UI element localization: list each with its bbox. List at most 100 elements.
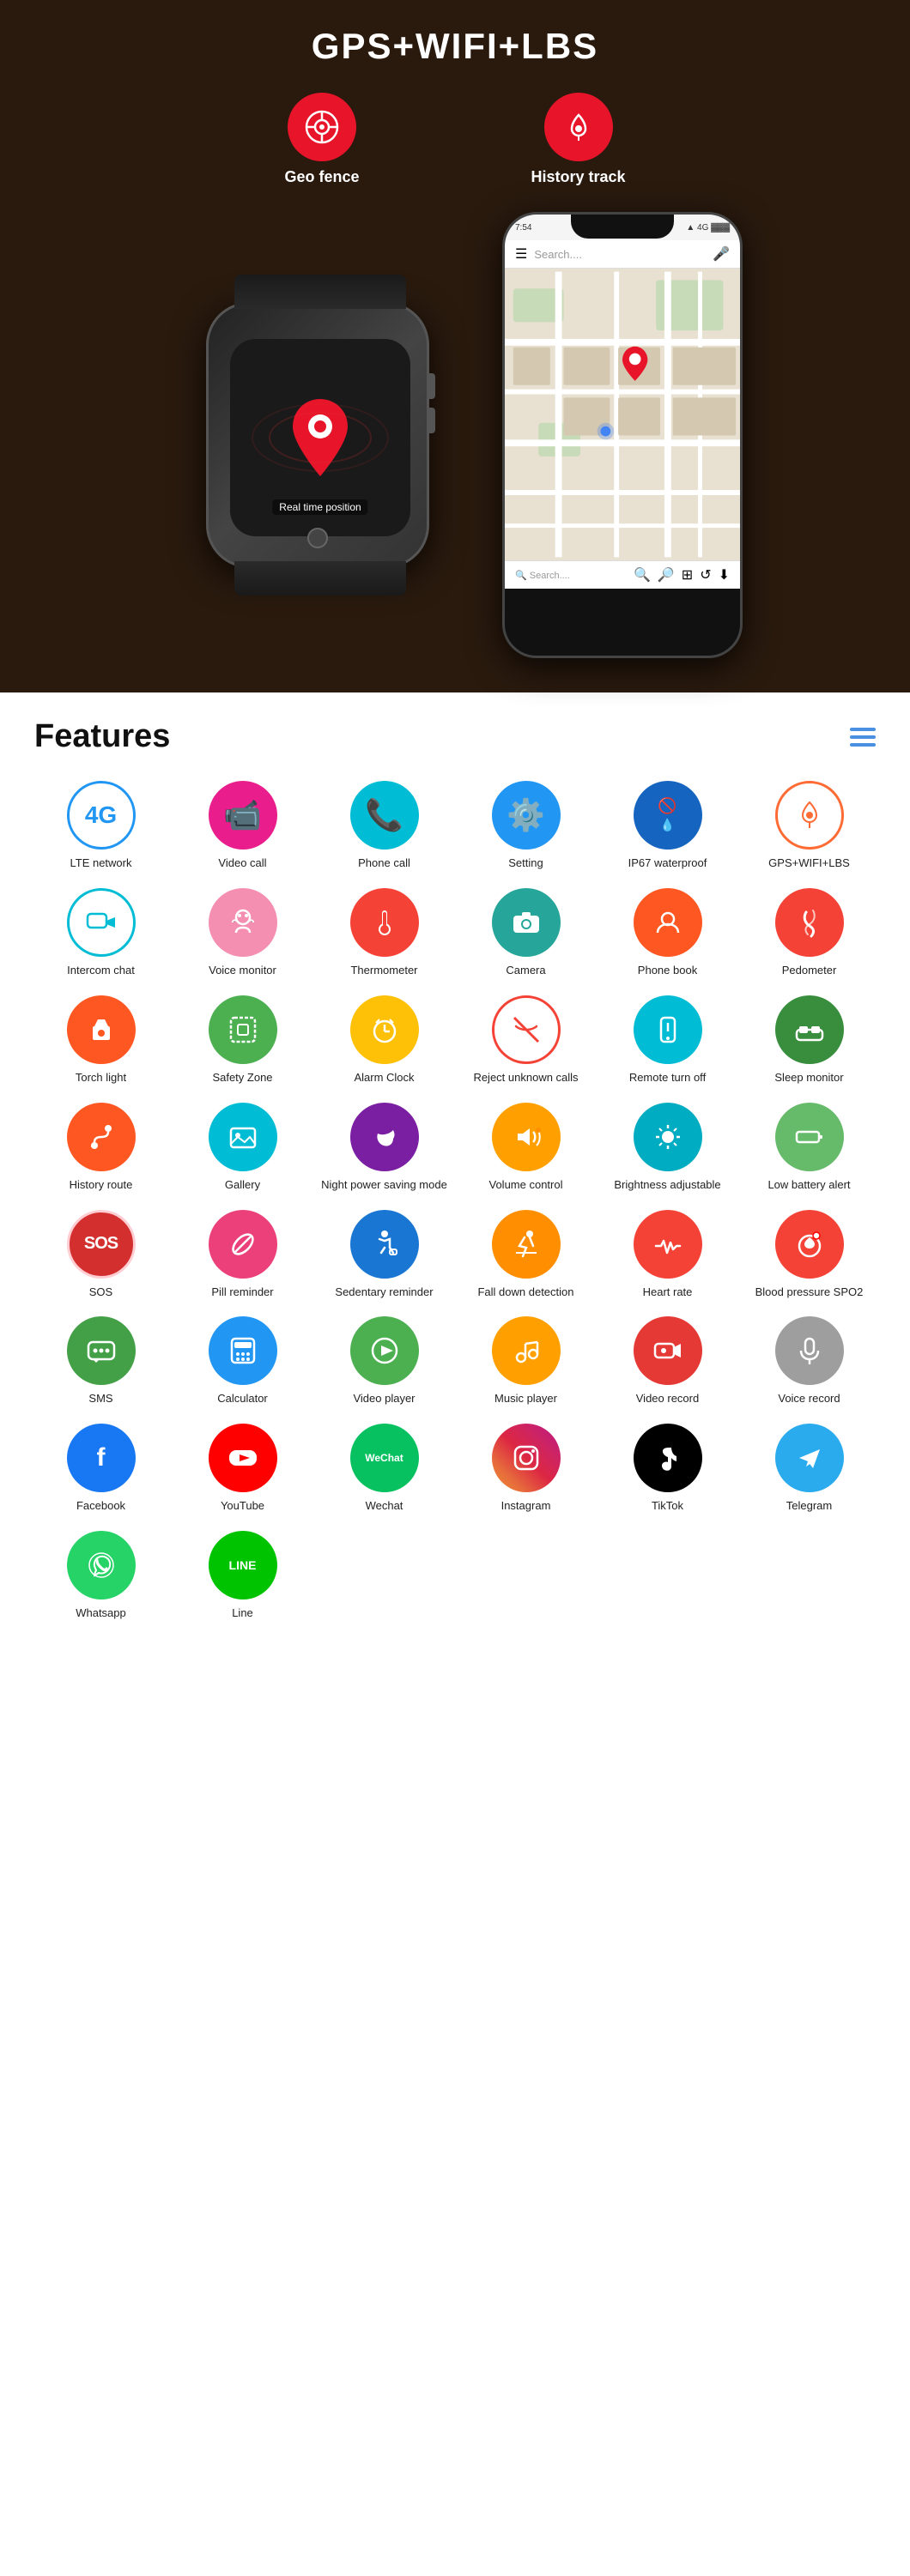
feature-item-lte[interactable]: 4G LTE network: [34, 781, 167, 871]
feature-label-voice-monitor: Voice monitor: [209, 964, 276, 978]
feature-item-reject-calls[interactable]: Reject unknown calls: [459, 995, 592, 1085]
feature-item-facebook[interactable]: fFacebook: [34, 1424, 167, 1514]
phone-search-bar[interactable]: ☰ Search.... 🎤: [505, 240, 740, 269]
feature-item-history-route[interactable]: History route: [34, 1103, 167, 1193]
feature-label-wechat: Wechat: [366, 1499, 403, 1514]
feature-label-facebook: Facebook: [76, 1499, 125, 1514]
feature-item-youtube[interactable]: YouTube: [176, 1424, 309, 1514]
feature-item-blood-pressure[interactable]: Blood pressure SPO2: [743, 1210, 876, 1300]
feature-item-gallery[interactable]: Gallery: [176, 1103, 309, 1193]
geo-fence-item: Geo fence: [284, 93, 359, 186]
history-track-icon: [560, 108, 598, 146]
feature-icon-pill: [209, 1210, 277, 1279]
feature-item-tiktok[interactable]: TikTok: [601, 1424, 734, 1514]
map-area: [505, 269, 740, 560]
feature-item-alarm-clock[interactable]: Alarm Clock: [318, 995, 451, 1085]
feature-item-video-record[interactable]: Video record: [601, 1316, 734, 1406]
feature-icon-line: LINE: [209, 1531, 277, 1599]
feature-item-torch[interactable]: Torch light: [34, 995, 167, 1085]
feature-item-voice-monitor[interactable]: Voice monitor: [176, 888, 309, 978]
feature-item-camera[interactable]: Camera: [459, 888, 592, 978]
feature-label-fall-down: Fall down detection: [477, 1285, 573, 1300]
feature-label-ip67: IP67 waterproof: [628, 856, 707, 871]
feature-icon-sedentary: [350, 1210, 419, 1279]
feature-label-music-player: Music player: [494, 1392, 557, 1406]
feature-label-phonebook: Phone book: [638, 964, 697, 978]
feature-item-heart-rate[interactable]: Heart rate: [601, 1210, 734, 1300]
feature-item-pill[interactable]: Pill reminder: [176, 1210, 309, 1300]
feature-item-instagram[interactable]: Instagram: [459, 1424, 592, 1514]
feature-item-brightness[interactable]: Brightness adjustable: [601, 1103, 734, 1193]
features-section: Features 4GLTE network📹Video call📞Phone …: [0, 692, 910, 1647]
feature-label-gallery: Gallery: [225, 1178, 260, 1193]
menu-line-3: [850, 743, 876, 747]
feature-icon-voice-monitor: [209, 888, 277, 957]
feature-icon-gps: [775, 781, 844, 850]
feature-item-intercom[interactable]: Intercom chat: [34, 888, 167, 978]
feature-item-sos[interactable]: SOSSOS: [34, 1210, 167, 1300]
feature-label-alarm-clock: Alarm Clock: [354, 1071, 414, 1085]
watch-band-top: [234, 275, 406, 309]
feature-icon-gallery: [209, 1103, 277, 1171]
feature-item-whatsapp[interactable]: Whatsapp: [34, 1531, 167, 1621]
feature-item-setting[interactable]: ⚙️Setting: [459, 781, 592, 871]
feature-item-ip67[interactable]: 🚫💧IP67 waterproof: [601, 781, 734, 871]
feature-icon-sos: SOS: [67, 1210, 136, 1279]
feature-label-video-player: Video player: [353, 1392, 415, 1406]
zoom-in-icon[interactable]: 🔎: [658, 566, 675, 584]
feature-icon-sms: [67, 1316, 136, 1385]
feature-item-remote-off[interactable]: Remote turn off: [601, 995, 734, 1085]
watch-home-button: [307, 528, 328, 548]
feature-label-pill: Pill reminder: [211, 1285, 273, 1300]
feature-icon-volume: [492, 1103, 561, 1171]
feature-item-sedentary[interactable]: Sedentary reminder: [318, 1210, 451, 1300]
feature-label-intercom: Intercom chat: [67, 964, 135, 978]
feature-label-lte: LTE network: [70, 856, 131, 871]
feature-icon-night-power: [350, 1103, 419, 1171]
hero-title: GPS+WIFI+LBS: [312, 26, 598, 67]
feature-icon-history-route: [67, 1103, 136, 1171]
feature-item-line[interactable]: LINELine: [176, 1531, 309, 1621]
zoom-out-icon[interactable]: 🔍: [634, 566, 651, 584]
feature-item-fall-down[interactable]: Fall down detection: [459, 1210, 592, 1300]
feature-label-sleep: Sleep monitor: [774, 1071, 843, 1085]
feature-label-low-battery: Low battery alert: [767, 1178, 850, 1193]
feature-item-low-battery[interactable]: Low battery alert: [743, 1103, 876, 1193]
feature-label-video-call: Video call: [218, 856, 266, 871]
feature-item-music-player[interactable]: Music player: [459, 1316, 592, 1406]
layers-icon[interactable]: ⊞: [682, 566, 693, 584]
watch-side-button-1: [427, 373, 435, 399]
feature-icon-heart-rate: [634, 1210, 702, 1279]
feature-item-video-player[interactable]: Video player: [318, 1316, 451, 1406]
download-icon[interactable]: ⬇: [719, 566, 730, 584]
menu-toggle-button[interactable]: [850, 728, 876, 747]
feature-item-telegram[interactable]: Telegram: [743, 1424, 876, 1514]
feature-item-night-power[interactable]: Night power saving mode: [318, 1103, 451, 1193]
feature-label-volume: Volume control: [489, 1178, 563, 1193]
feature-label-night-power: Night power saving mode: [321, 1178, 447, 1193]
feature-label-safety-zone: Safety Zone: [212, 1071, 272, 1085]
feature-item-calculator[interactable]: Calculator: [176, 1316, 309, 1406]
search-text: Search....: [534, 248, 582, 261]
feature-item-phonebook[interactable]: Phone book: [601, 888, 734, 978]
feature-item-volume[interactable]: Volume control: [459, 1103, 592, 1193]
feature-item-voice-record[interactable]: Voice record: [743, 1316, 876, 1406]
feature-item-phone-call[interactable]: 📞Phone call: [318, 781, 451, 871]
refresh-icon[interactable]: ↺: [700, 566, 711, 584]
feature-item-gps[interactable]: GPS+WIFI+LBS: [743, 781, 876, 871]
feature-item-safety-zone[interactable]: Safety Zone: [176, 995, 309, 1085]
feature-icon-lte: 4G: [67, 781, 136, 850]
feature-item-pedometer[interactable]: Pedometer: [743, 888, 876, 978]
history-track-item: History track: [531, 93, 625, 186]
feature-label-phone-call: Phone call: [358, 856, 410, 871]
phone-time: 7:54: [515, 223, 531, 233]
feature-item-wechat[interactable]: WeChatWechat: [318, 1424, 451, 1514]
feature-icon-voice-record: [775, 1316, 844, 1385]
phone-notch: [571, 215, 674, 239]
features-grid: 4G LTE network 📹Video call📞Phone call⚙️Set…: [34, 781, 876, 1621]
feature-item-video-call[interactable]: 📹Video call: [176, 781, 309, 871]
feature-icon-thermometer: [350, 888, 419, 957]
feature-item-sms[interactable]: SMS: [34, 1316, 167, 1406]
feature-item-thermometer[interactable]: Thermometer: [318, 888, 451, 978]
feature-item-sleep[interactable]: Sleep monitor: [743, 995, 876, 1085]
